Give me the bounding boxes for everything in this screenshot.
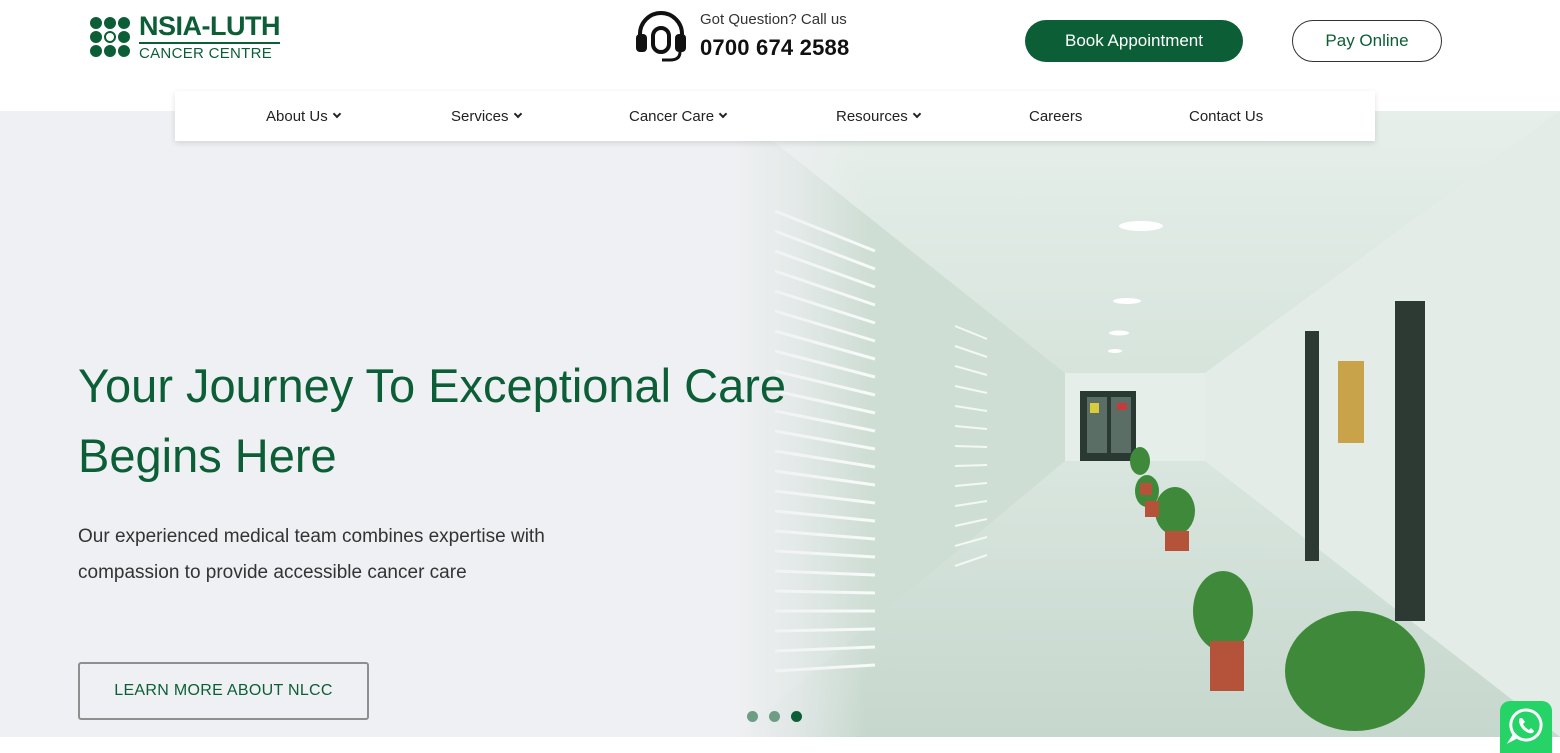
main-nav: About Us Services Cancer Care Resources … <box>175 91 1375 141</box>
nav-item-cancer-care[interactable]: Cancer Care <box>629 91 728 141</box>
nav-item-about-us[interactable]: About Us <box>266 91 341 141</box>
call-question: Got Question? Call us <box>700 11 847 28</box>
slider-dots <box>747 711 802 722</box>
logo-mark <box>90 17 130 57</box>
hero-subtext-line2: compassion to provide accessible cancer … <box>78 562 467 583</box>
chevron-down-icon <box>332 109 341 119</box>
chevron-down-icon <box>912 109 921 119</box>
nav-item-label: Contact Us <box>1189 107 1264 125</box>
nav-item-label: Resources <box>836 107 908 125</box>
headset-icon <box>634 10 688 62</box>
whatsapp-icon <box>1506 706 1545 749</box>
pay-online-button[interactable]: Pay Online <box>1292 20 1442 62</box>
book-appointment-button[interactable]: Book Appointment <box>1025 20 1243 62</box>
nav-item-careers[interactable]: Careers <box>1029 91 1082 141</box>
logo-sub-text: CANCER CENTRE <box>139 45 273 62</box>
site-logo[interactable]: NSIA-LUTH CANCER CENTRE <box>90 13 295 61</box>
phone-number[interactable]: 0700 674 2588 <box>700 35 849 61</box>
hero-subtext: Our experienced medical team combines ex… <box>78 519 638 591</box>
hero-headline: Your Journey To Exceptional Care Begins … <box>78 351 938 491</box>
nav-item-label: Careers <box>1029 107 1083 125</box>
learn-more-button[interactable]: LEARN MORE ABOUT NLCC <box>78 662 369 720</box>
hero-subtext-line1: Our experienced medical team combines ex… <box>78 526 545 547</box>
chevron-down-icon <box>718 109 728 119</box>
logo-wordmark: NSIA-LUTH CANCER CENTRE <box>139 13 280 61</box>
hero-slider: Your Journey To Exceptional Care Begins … <box>0 111 1560 737</box>
nav-item-label: Cancer Care <box>629 107 715 125</box>
nav-item-contact-us[interactable]: Contact Us <box>1189 91 1263 141</box>
nav-item-label: About Us <box>266 107 328 125</box>
logo-main-text: NSIA-LUTH <box>139 13 280 44</box>
nav-item-resources[interactable]: Resources <box>836 91 921 141</box>
nav-item-label: Services <box>451 107 509 125</box>
chevron-down-icon <box>513 109 522 119</box>
slider-dot-active[interactable] <box>791 711 802 722</box>
nav-item-services[interactable]: Services <box>451 91 522 141</box>
call-block: Got Question? Call us 0700 674 2588 <box>634 8 894 64</box>
slider-dot[interactable] <box>747 711 758 722</box>
hero-headline-line1: Your Journey To Exceptional Care <box>78 359 787 412</box>
hero-headline-line2: Begins Here <box>78 429 337 482</box>
slider-dot[interactable] <box>769 711 780 722</box>
whatsapp-button[interactable] <box>1500 701 1552 753</box>
